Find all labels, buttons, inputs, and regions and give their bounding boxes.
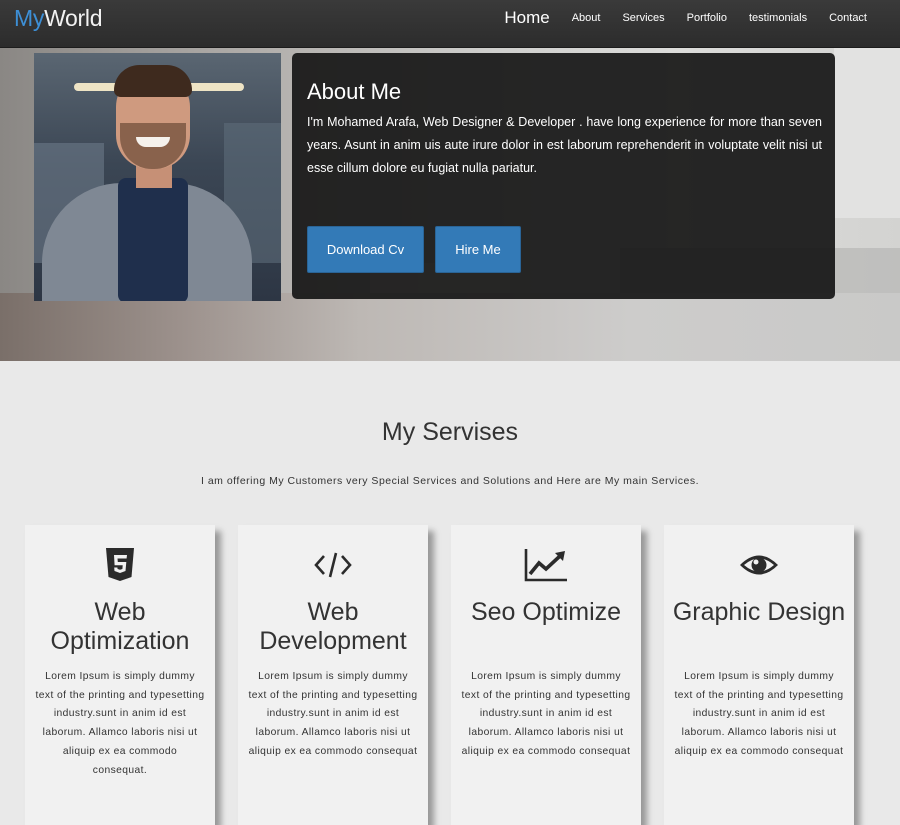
about-text: I'm Mohamed Arafa, Web Designer & Develo… — [307, 115, 822, 175]
hero-window — [834, 48, 900, 218]
profile-photo — [34, 53, 281, 301]
nav-testimonials[interactable]: testimonials — [749, 12, 807, 24]
service-card-text: Lorem Ipsum is simply dummy text of the … — [461, 671, 631, 757]
brand-world: World — [44, 5, 103, 31]
line-chart-icon — [451, 547, 641, 583]
service-card-text: Lorem Ipsum is simply dummy text of the … — [248, 671, 418, 757]
nav-services[interactable]: Services — [622, 12, 664, 24]
html5-icon — [25, 547, 215, 583]
about-title: About Me — [307, 79, 402, 104]
services-subtitle: I am offering My Customers very Special … — [201, 475, 699, 487]
brand-my: My — [14, 5, 45, 31]
code-icon — [238, 547, 428, 583]
service-card-title: Web Development — [259, 598, 407, 655]
navbar: MyWorld Home About Services Portfolio te… — [0, 0, 900, 48]
service-card-title: Seo Optimize — [470, 598, 622, 626]
service-card-title: Graphic Design — [672, 598, 846, 626]
download-cv-button[interactable]: Download Cv — [307, 226, 424, 273]
nav-contact[interactable]: Contact — [829, 12, 867, 24]
about-card: About Me I'm Mohamed Arafa, Web Designer… — [292, 53, 835, 299]
photo-smile — [136, 137, 170, 147]
service-card-text: Lorem Ipsum is simply dummy text of the … — [35, 671, 205, 776]
brand-logo[interactable]: MyWorld — [14, 5, 103, 31]
hero-floor — [0, 293, 900, 361]
nav-portfolio[interactable]: Portfolio — [687, 12, 727, 24]
service-card-text: Lorem Ipsum is simply dummy text of the … — [674, 671, 844, 757]
photo-ceiling-light — [184, 83, 244, 91]
photo-hair — [114, 65, 192, 97]
service-card-web-optimization: Web Optimization Lorem Ipsum is simply d… — [25, 525, 215, 825]
service-card-title: Web Optimization — [50, 598, 190, 655]
hire-me-button[interactable]: Hire Me — [435, 226, 521, 273]
eye-icon — [664, 547, 854, 583]
services-title: My Servises — [381, 418, 519, 446]
nav-home[interactable]: Home — [504, 8, 549, 28]
photo-shirt — [118, 178, 188, 301]
service-card-graphic-design: Graphic Design Lorem Ipsum is simply dum… — [664, 525, 854, 825]
main-nav: Home About Services Portfolio testimonia… — [504, 0, 867, 36]
service-card-web-development: Web Development Lorem Ipsum is simply du… — [238, 525, 428, 825]
services-cards: Web Optimization Lorem Ipsum is simply d… — [0, 525, 900, 825]
service-card-seo-optimize: Seo Optimize Lorem Ipsum is simply dummy… — [451, 525, 641, 825]
nav-about[interactable]: About — [572, 12, 601, 24]
